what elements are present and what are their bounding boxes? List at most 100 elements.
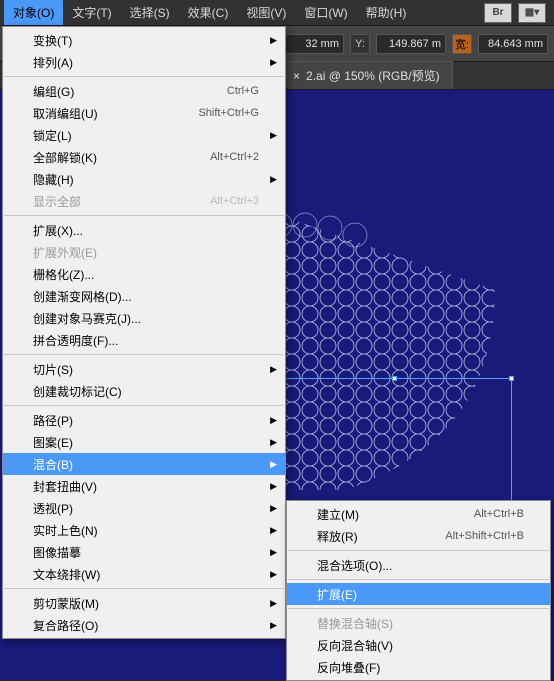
arrange-documents-icon[interactable]: ▦▾ [518,3,546,23]
menu-item-shortcut: Alt+Ctrl+2 [210,151,259,163]
object-item-5[interactable]: 锁定(L)▶ [3,124,285,146]
submenu-arrow-icon: ▶ [270,364,277,375]
menu-item-label: 排列(A) [33,54,73,71]
menu-object[interactable]: 对象(O) [4,0,63,25]
object-item-14[interactable]: 创建对象马赛克(J)... [3,307,285,329]
object-item-8: 显示全部 Alt+Ctrl+3 [3,190,285,212]
blend-submenu: 建立(M) Alt+Ctrl+B 释放(R) Alt+Shift+Ctrl+B 混合选项… [286,500,551,681]
document-tab[interactable]: × 2.ai @ 150% (RGB/预览) [280,61,453,89]
menu-item-label: 释放(R) [317,528,358,545]
menu-item-label: 复合路径(O) [33,617,98,634]
menu-view[interactable]: 视图(V) [237,0,295,25]
object-item-3[interactable]: 编组(G) Ctrl+G [3,80,285,102]
menu-item-label: 扩展(X)... [33,222,83,239]
object-item-0[interactable]: 变换(T)▶ [3,29,285,51]
menu-item-shortcut: Ctrl+G [227,85,259,97]
object-item-23[interactable]: 封套扭曲(V) ▶ [3,475,285,497]
menu-item-label: 取消编组(U) [33,105,98,122]
y-position-input[interactable] [376,34,446,54]
menu-item-label: 编组(G) [33,83,74,100]
submenu-arrow-icon: ▶ [270,130,277,141]
submenu-arrow-icon: ▶ [270,57,277,68]
submenu-arrow-icon: ▶ [270,525,277,536]
y-label: Y: [350,34,370,54]
menu-item-label: 实时上色(N) [33,522,98,539]
blend-item-3[interactable]: 混合选项(O)... [287,554,550,576]
menu-item-label: 扩展外观(E) [33,244,97,261]
menu-item-label: 变换(T) [33,32,72,49]
object-item-10[interactable]: 扩展(X)... [3,219,285,241]
submenu-arrow-icon: ▶ [270,620,277,631]
object-item-4[interactable]: 取消编组(U)Shift+Ctrl+G [3,102,285,124]
menu-item-label: 创建对象马赛克(J)... [33,310,141,327]
submenu-arrow-icon: ▶ [270,437,277,448]
object-dropdown: 变换(T)▶排列(A)▶编组(G)Ctrl+G取消编组(U)Shift+Ctrl… [2,26,286,639]
object-item-13[interactable]: 创建渐变网格(D)... [3,285,285,307]
menu-item-label: 创建裁切标记(C) [33,383,122,400]
blend-item-7: 替换混合轴(S) [287,612,550,634]
menu-separator [4,405,284,406]
object-item-26[interactable]: 图像描摹 ▶ [3,541,285,563]
menu-help[interactable]: 帮助(H) [357,0,416,25]
menu-item-label: 反向混合轴(V) [317,637,393,654]
blend-item-8[interactable]: 反向混合轴(V) [287,634,550,656]
selection-handle[interactable] [392,376,397,381]
object-item-27[interactable]: 文本绕排(W)▶ [3,563,285,585]
menu-item-label: 混合选项(O)... [317,557,392,574]
menu-separator [4,76,284,77]
blend-item-0[interactable]: 建立(M) Alt+Ctrl+B [287,503,550,525]
menu-item-shortcut: Alt+Ctrl+3 [210,195,259,207]
menu-separator [4,354,284,355]
object-item-30[interactable]: 复合路径(O) ▶ [3,614,285,636]
menu-window[interactable]: 窗口(W) [295,0,356,25]
blend-item-1[interactable]: 释放(R) Alt+Shift+Ctrl+B [287,525,550,547]
object-item-12[interactable]: 栅格化(Z)... [3,263,285,285]
menu-type[interactable]: 文字(T) [63,0,120,25]
menu-item-label: 文本绕排(W) [33,566,100,583]
submenu-arrow-icon: ▶ [270,415,277,426]
menu-item-label: 路径(P) [33,412,73,429]
object-item-17[interactable]: 切片(S)▶ [3,358,285,380]
object-item-21[interactable]: 图案(E) ▶ [3,431,285,453]
menu-item-label: 图像描摹 [33,544,81,561]
menu-item-label: 替换混合轴(S) [317,615,393,632]
object-item-7[interactable]: 隐藏(H)▶ [3,168,285,190]
menu-item-label: 图案(E) [33,434,73,451]
menu-item-label: 扩展(E) [317,586,357,603]
menu-item-label: 显示全部 [33,193,81,210]
object-item-29[interactable]: 剪切蒙版(M) ▶ [3,592,285,614]
menu-item-label: 封套扭曲(V) [33,478,97,495]
object-item-6[interactable]: 全部解锁(K)Alt+Ctrl+2 [3,146,285,168]
object-item-25[interactable]: 实时上色(N) ▶ [3,519,285,541]
menu-separator [4,588,284,589]
width-input[interactable] [478,34,548,54]
menu-item-shortcut: Alt+Shift+Ctrl+B [445,530,524,542]
submenu-arrow-icon: ▶ [270,598,277,609]
tab-close-icon[interactable]: × [293,69,300,83]
bridge-icon[interactable]: Br [484,3,512,23]
object-item-11: 扩展外观(E) [3,241,285,263]
blend-item-5[interactable]: 扩展(E) [287,583,550,605]
menu-item-label: 建立(M) [317,506,359,523]
object-item-22[interactable]: 混合(B)▶ [3,453,285,475]
object-item-15[interactable]: 拼合透明度(F)... [3,329,285,351]
submenu-arrow-icon: ▶ [270,481,277,492]
blend-item-9[interactable]: 反向堆叠(F) [287,656,550,678]
menu-separator [288,608,549,609]
submenu-arrow-icon: ▶ [270,547,277,558]
menu-effect[interactable]: 效果(C) [179,0,238,25]
menu-item-label: 隐藏(H) [33,171,74,188]
menubar: 对象(O) 文字(T) 选择(S) 效果(C) 视图(V) 窗口(W) 帮助(H… [0,0,554,26]
object-item-1[interactable]: 排列(A) ▶ [3,51,285,73]
menu-item-label: 栅格化(Z)... [33,266,94,283]
width-label: 宽: [452,34,472,54]
object-item-24[interactable]: 透视(P)▶ [3,497,285,519]
menu-item-shortcut: Alt+Ctrl+B [474,508,524,520]
selection-handle[interactable] [509,376,514,381]
menu-select[interactable]: 选择(S) [121,0,179,25]
object-item-18[interactable]: 创建裁切标记(C) [3,380,285,402]
submenu-arrow-icon: ▶ [270,503,277,514]
object-item-20[interactable]: 路径(P) ▶ [3,409,285,431]
menu-item-label: 剪切蒙版(M) [33,595,99,612]
submenu-arrow-icon: ▶ [270,459,277,470]
